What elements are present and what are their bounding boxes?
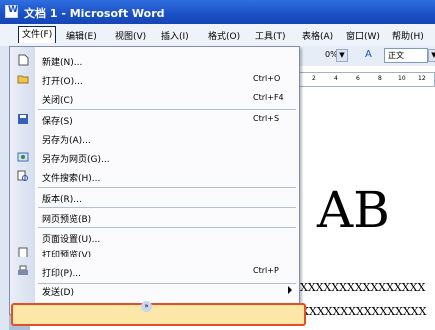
menu-item-label: 打印(P)...	[42, 269, 82, 279]
window-title: 文档 1 - Microsoft Word	[24, 7, 165, 20]
ruler-tick: 12	[418, 75, 426, 82]
menu-item-label: 另存为网页(G)...	[42, 155, 110, 165]
menu-item-shortcut: Ctrl+S	[253, 114, 280, 123]
menu-item-save-as-web[interactable]: 另存为网页(G)...	[10, 148, 299, 167]
menu-item-versions[interactable]: 版本(R)...	[10, 188, 299, 207]
horizontal-ruler[interactable]: 2 4 6 8 10 12	[290, 72, 435, 87]
submenu-arrow-icon	[288, 286, 292, 294]
ruler-tick: 8	[378, 75, 382, 82]
expand-menu-chevron-icon[interactable]: »	[141, 301, 152, 312]
zoom-dropdown-button[interactable]: ▼	[336, 49, 348, 62]
menu-item-label: 文件搜索(H)...	[42, 174, 101, 184]
ruler-tick: 10	[398, 75, 406, 82]
title-bar: 文档 1 - Microsoft Word	[0, 0, 435, 24]
menu-item-label: 发送(D)	[42, 288, 74, 298]
menu-item-label: 打印预览(V)	[42, 251, 92, 257]
menu-item-print-preview[interactable]: 打印预览(V)	[10, 244, 299, 257]
menu-item-shortcut: Ctrl+F4	[253, 93, 284, 102]
menu-item-label: 网页预览(B)	[42, 215, 92, 225]
menu-item-file-search[interactable]: 文件搜索(H)...	[10, 167, 299, 186]
menu-help[interactable]: 帮助(H)	[392, 29, 424, 42]
menu-item-label: 另存为(A)...	[42, 136, 91, 146]
ruler-tick: 2	[312, 75, 316, 82]
style-dropdown-button[interactable]: ▼	[428, 49, 435, 62]
printer-icon	[17, 265, 29, 277]
style-select[interactable]: 正文	[384, 48, 428, 63]
menu-item-open[interactable]: 打开(O)... Ctrl+O	[10, 70, 299, 89]
menu-tools[interactable]: 工具(T)	[255, 29, 286, 42]
menu-format[interactable]: 格式(O)	[208, 29, 240, 42]
menu-item-shortcut: Ctrl+P	[253, 266, 279, 275]
document-heading-text: AB	[317, 181, 390, 239]
menu-bar: 文件(F) 编辑(E) 视图(V) 插入(I) 格式(O) 工具(T) 表格(A…	[0, 24, 435, 47]
menu-insert[interactable]: 插入(I)	[161, 29, 189, 42]
menu-item-send[interactable]: 发送(D)	[10, 281, 299, 300]
ruler-tick: 6	[356, 75, 360, 82]
menu-item-web-preview[interactable]: 网页预览(B)	[10, 208, 299, 227]
highlighted-menu-item-frame	[11, 303, 306, 326]
word-app-icon[interactable]	[5, 5, 18, 18]
menu-item-label: 新建(N)...	[42, 58, 83, 68]
left-toolbar-strip	[0, 46, 9, 330]
menu-item-label: 版本(R)...	[42, 195, 82, 205]
file-search-icon	[17, 170, 29, 182]
menu-item-print[interactable]: 打印(P)... Ctrl+P	[10, 262, 299, 281]
menu-item-label: 保存(S)	[42, 117, 73, 127]
print-preview-icon	[17, 247, 29, 257]
new-document-icon	[17, 54, 29, 66]
ruler-tick: 4	[334, 75, 338, 82]
menu-item-save[interactable]: 保存(S) Ctrl+S	[10, 110, 299, 129]
document-text-line: XXXXXXXXXXXXXXXX	[300, 281, 426, 294]
menu-item-close[interactable]: 关闭(C) Ctrl+F4	[10, 89, 299, 108]
file-menu-dropdown: 新建(N)... 打开(O)... Ctrl+O 关闭(C) Ctrl+F4 保…	[9, 46, 306, 326]
styles-pane-icon[interactable]: A	[365, 49, 372, 60]
menu-item-shortcut: Ctrl+O	[253, 74, 281, 83]
menu-table[interactable]: 表格(A)	[302, 29, 333, 42]
menu-item-label: 关闭(C)	[42, 96, 74, 106]
menu-edit[interactable]: 编辑(E)	[66, 29, 97, 42]
save-disk-icon	[17, 113, 29, 125]
web-page-icon	[17, 151, 29, 163]
open-folder-icon	[17, 73, 29, 85]
menu-item-new[interactable]: 新建(N)...	[10, 51, 299, 70]
menu-view[interactable]: 视图(V)	[115, 29, 146, 42]
menu-item-label: 打开(O)...	[42, 77, 83, 87]
menu-file[interactable]: 文件(F)	[18, 26, 57, 43]
menu-item-save-as[interactable]: 另存为(A)...	[10, 129, 299, 148]
menu-window[interactable]: 窗口(W)	[346, 29, 380, 42]
